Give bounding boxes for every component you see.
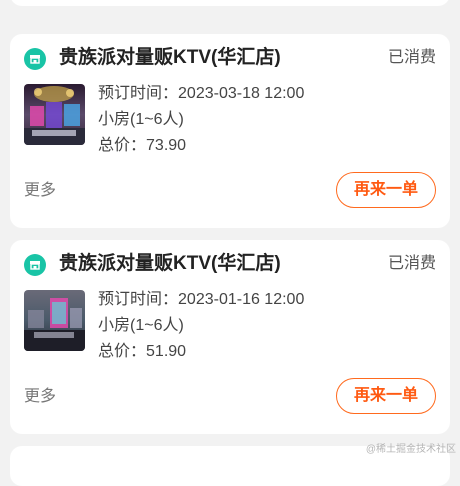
booking-time-value: 2023-01-16 12:00	[178, 291, 305, 308]
order-card[interactable]: 贵族派对量贩KTV(华汇店) 已消费 预订时间：2023-03-18 12:00…	[10, 34, 450, 228]
total-price-value: 51.90	[146, 343, 187, 360]
watermark: @稀土掘金技术社区	[365, 444, 456, 455]
shop-name[interactable]: 贵族派对量贩KTV(华汇店)	[59, 250, 281, 278]
total-price-label: 总价：	[98, 343, 147, 360]
booking-time-label: 预订时间：	[98, 85, 179, 102]
total-price-row: 总价：73.90	[98, 135, 186, 157]
reorder-button[interactable]: 再来一单	[336, 378, 436, 414]
total-price-label: 总价：	[98, 137, 147, 154]
room-type: 小房(1~6人)	[98, 317, 184, 334]
more-link[interactable]: 更多	[24, 386, 56, 408]
shop-thumbnail	[24, 84, 85, 145]
order-status: 已消费	[387, 255, 436, 272]
room-type: 小房(1~6人)	[98, 111, 184, 128]
total-price-row: 总价：51.90	[98, 341, 186, 363]
order-status: 已消费	[387, 49, 436, 66]
booking-time-row: 预订时间：2023-01-16 12:00	[98, 289, 304, 311]
total-price-value: 73.90	[146, 137, 187, 154]
booking-time-label: 预订时间：	[98, 291, 179, 308]
booking-time-value: 2023-03-18 12:00	[178, 85, 305, 102]
store-icon	[24, 254, 46, 276]
shop-name[interactable]: 贵族派对量贩KTV(华汇店)	[59, 44, 281, 72]
order-card[interactable]: 贵族派对量贩KTV(华汇店) 已消费 预订时间：2023-01-16 12:00…	[10, 240, 450, 434]
store-icon	[24, 48, 46, 70]
shop-thumbnail	[24, 290, 85, 351]
booking-time-row: 预订时间：2023-03-18 12:00	[98, 83, 304, 105]
reorder-button[interactable]: 再来一单	[336, 172, 436, 208]
more-link[interactable]: 更多	[24, 180, 56, 202]
previous-order-card-partial	[10, 0, 450, 6]
